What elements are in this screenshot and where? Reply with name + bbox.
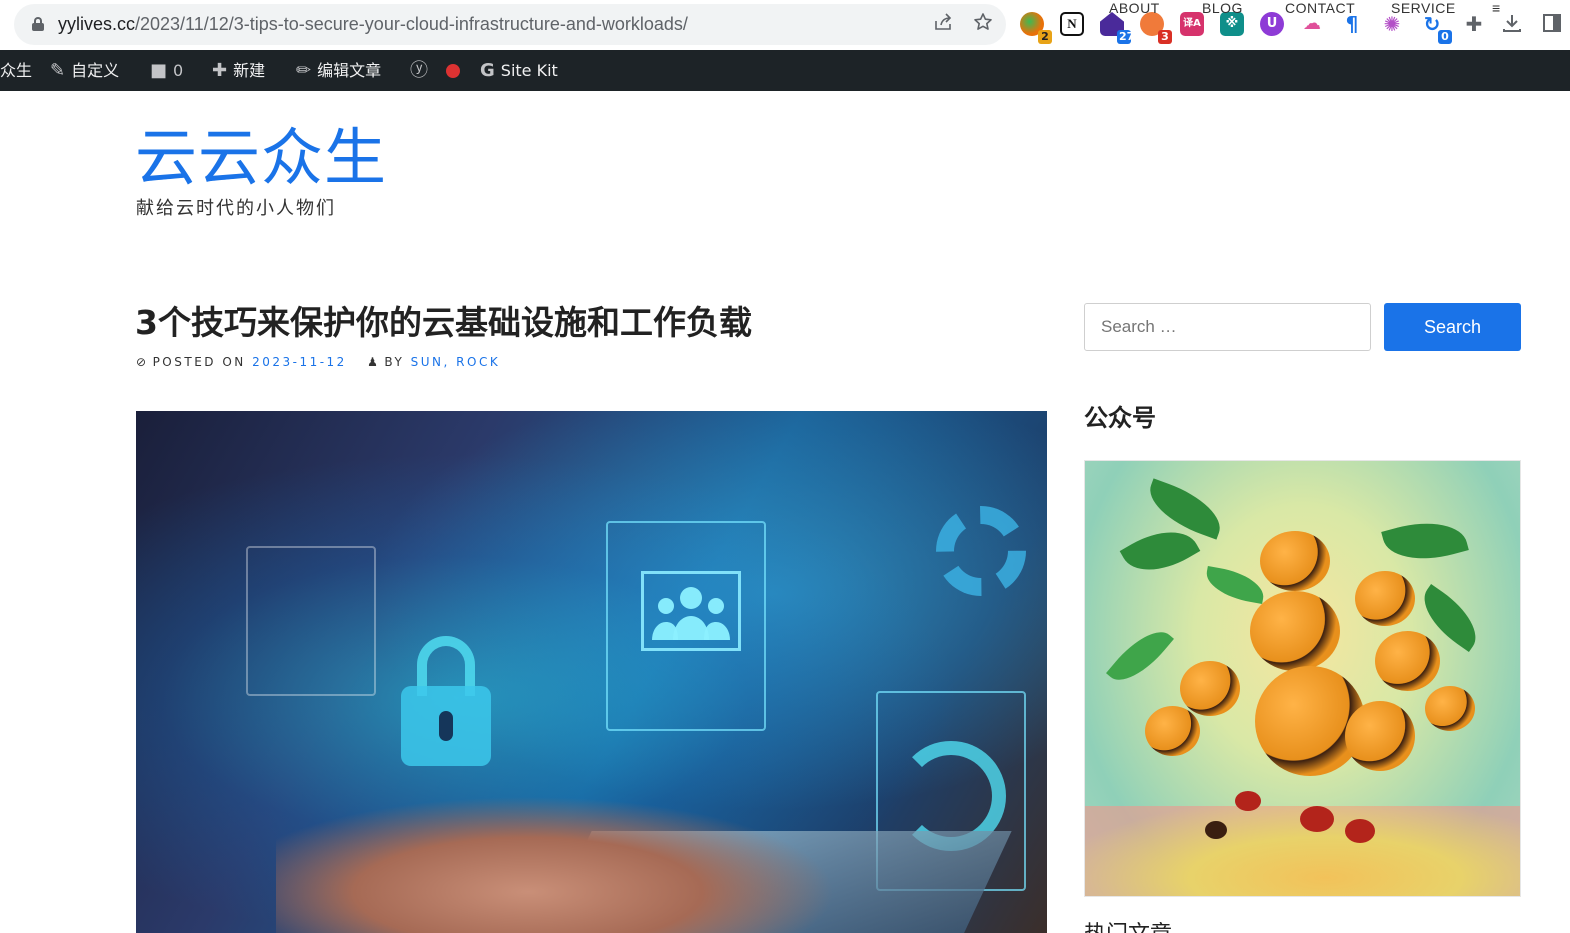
link-icon: ⊘ <box>136 355 149 369</box>
extension-badge-3: 27 <box>1117 30 1135 44</box>
ant-graphic <box>1205 821 1227 839</box>
extension-icon-7[interactable]: U <box>1260 12 1284 36</box>
padlock-graphic <box>401 636 491 766</box>
post-date-link[interactable]: 2023-11-12 <box>252 355 347 369</box>
author-icon: ♟ <box>367 355 381 369</box>
adminbar-customize-label: 自定义 <box>71 61 120 80</box>
leaf-graphic <box>1203 566 1267 604</box>
adminbar-edit-label: 编辑文章 <box>317 61 382 80</box>
leaf-graphic <box>1381 511 1469 571</box>
adminbar-customize[interactable]: ✎ 自定义 <box>50 50 119 91</box>
plus-icon: ✚ <box>212 60 228 81</box>
hero-panel <box>246 546 376 696</box>
seo-status-dot[interactable] <box>446 64 460 78</box>
ant-graphic <box>1345 819 1375 843</box>
next-widget-title: 热门文章 <box>1084 922 1204 933</box>
puzzle-icon[interactable]: ✚ <box>1462 12 1486 36</box>
adminbar-new-label: 新建 <box>233 61 266 80</box>
url-text[interactable]: yylives.cc/2023/11/12/3-tips-to-secure-y… <box>58 14 688 35</box>
adminbar-comments[interactable]: ■ 0 <box>150 50 183 91</box>
translate-icon[interactable]: 译A <box>1180 12 1204 36</box>
beetle-graphic <box>1345 701 1415 771</box>
site-title[interactable]: 云云众生 <box>135 122 387 194</box>
search-input[interactable] <box>1084 303 1371 351</box>
beetle-graphic <box>1180 661 1240 716</box>
share-icon[interactable] <box>930 12 956 38</box>
nav-item-contact[interactable]: CONTACT <box>1285 0 1355 20</box>
pencil-icon: ✏ <box>296 60 312 81</box>
beetle-graphic <box>1260 531 1330 591</box>
widget-title: 公众号 <box>1084 404 1156 432</box>
beetle-graphic <box>1355 571 1415 626</box>
adminbar-edit-post[interactable]: ✏ 编辑文章 <box>296 50 381 91</box>
notion-icon[interactable]: N <box>1060 12 1084 36</box>
comment-icon: ■ <box>150 60 168 81</box>
beetle-graphic <box>1250 591 1340 671</box>
wechat-account-image <box>1084 460 1521 897</box>
leaf-graphic <box>1106 619 1174 693</box>
paintbrush-icon: ✎ <box>50 60 66 81</box>
adminbar-new[interactable]: ✚ 新建 <box>212 50 265 91</box>
yoast-icon: ⓨ <box>410 60 428 81</box>
beetle-graphic <box>1425 686 1475 731</box>
bookmark-star-icon[interactable] <box>970 12 996 38</box>
lock-icon[interactable] <box>32 17 44 31</box>
nav-item-service[interactable]: SERVICE <box>1391 0 1456 20</box>
url-domain: yylives.cc <box>58 14 136 34</box>
search-button[interactable]: Search <box>1384 303 1521 351</box>
adminbar-site-kit-label: Site Kit <box>500 61 558 80</box>
download-icon[interactable] <box>1500 12 1524 36</box>
adminbar-yoast[interactable]: ⓨ <box>410 50 428 91</box>
people-graphic <box>641 571 741 651</box>
address-bar[interactable]: yylives.cc/2023/11/12/3-tips-to-secure-y… <box>14 4 1006 45</box>
adminbar-site-kit[interactable]: G Site Kit <box>480 50 558 91</box>
side-panel-icon[interactable] <box>1540 12 1564 36</box>
google-g-icon: G <box>480 60 495 81</box>
ant-graphic <box>1235 791 1261 811</box>
site-tagline: 献给云时代的小人物们 <box>136 198 336 219</box>
nav-item-about[interactable]: ABOUT <box>1109 0 1160 20</box>
leaf-graphic <box>1141 478 1229 540</box>
hand-graphic <box>276 796 836 933</box>
nav-item-blog[interactable]: BLOG <box>1202 0 1243 20</box>
extension-icon-1[interactable]: 2 <box>1020 12 1052 44</box>
comments-count: 0 <box>173 61 184 80</box>
post-meta: ⊘ POSTED ON 2023-11-12 ♟ BY SUN, ROCK <box>136 355 500 369</box>
menu-toggle-icon[interactable]: ≡ <box>1492 0 1501 20</box>
post-title: 3个技巧来保护你的云基础设施和工作负载 <box>135 303 752 342</box>
url-path: /2023/11/12/3-tips-to-secure-your-cloud-… <box>135 14 688 34</box>
post-authors-link[interactable]: SUN, ROCK <box>411 355 501 369</box>
featured-image <box>136 411 1047 933</box>
adminbar-site-name[interactable]: 众生 <box>0 50 32 91</box>
gear-graphic <box>936 506 1026 596</box>
beetle-graphic <box>1145 706 1200 756</box>
by-label: BY <box>384 355 405 369</box>
posted-on-label: POSTED ON <box>152 355 246 369</box>
ant-graphic <box>1300 806 1334 832</box>
next-widget-title-text: 热门文章 <box>1084 922 1204 933</box>
wp-admin-bar: 众生 ✎ 自定义 ■ 0 ✚ 新建 ✏ 编辑文章 ⓨ G Site Kit <box>0 50 1570 91</box>
beetle-graphic <box>1375 631 1440 691</box>
